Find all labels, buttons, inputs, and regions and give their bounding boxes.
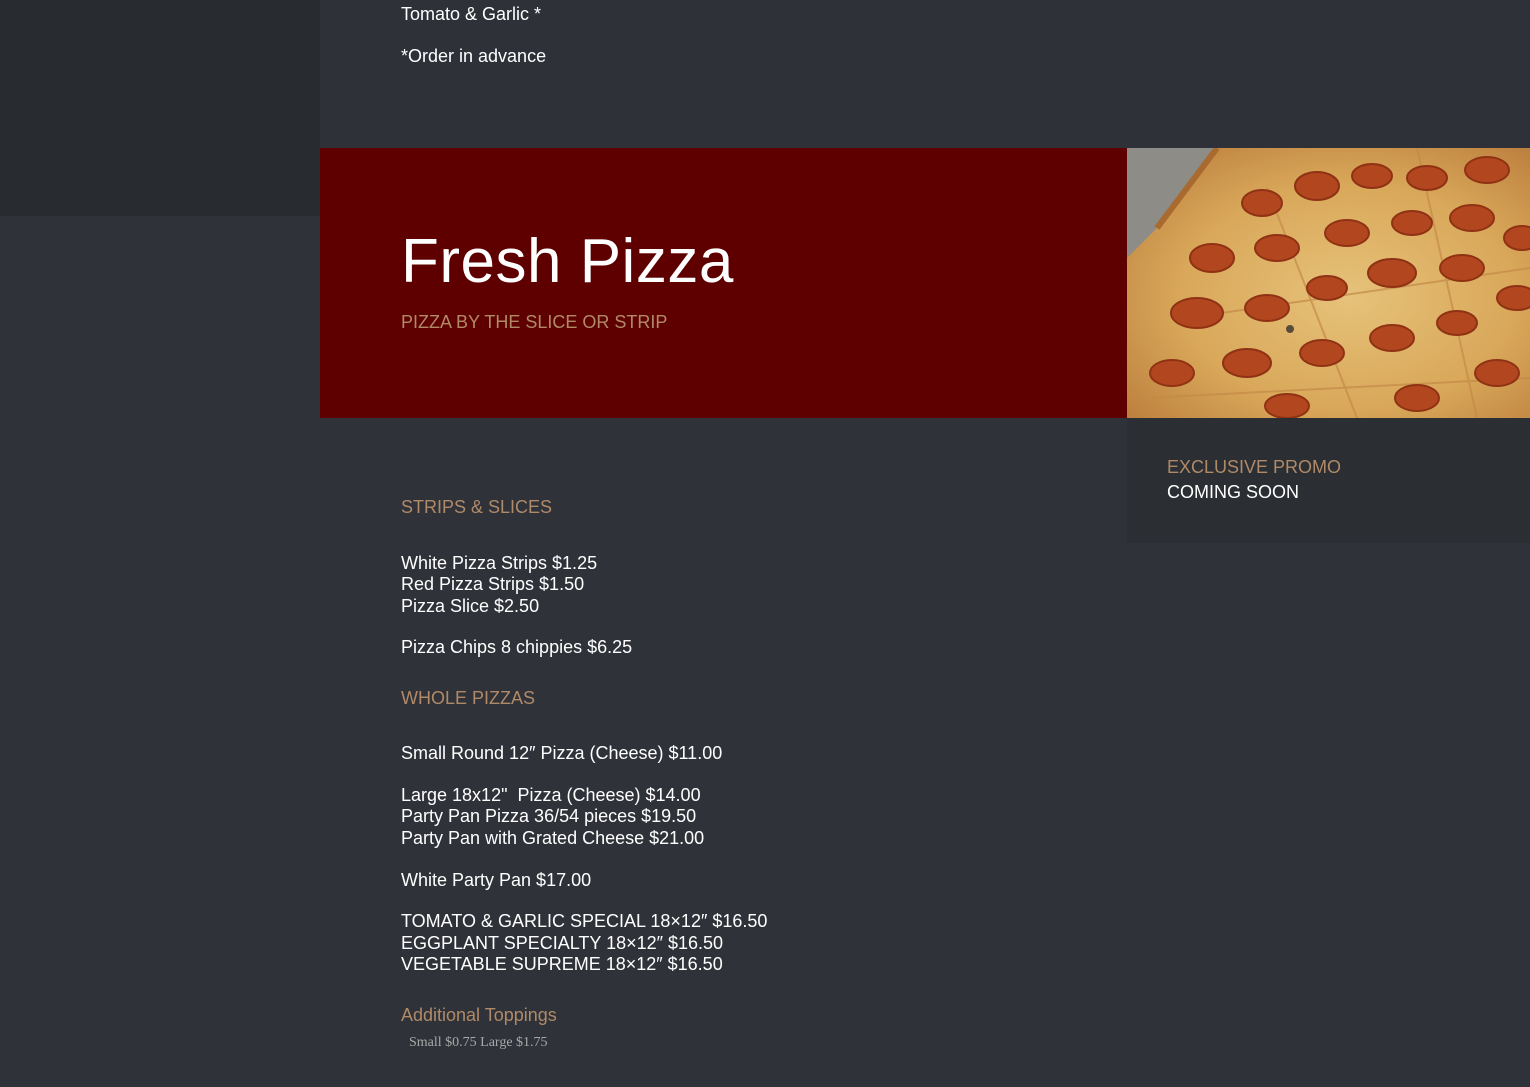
top-line-tomato-garlic: Tomato & Garlic *: [401, 4, 542, 24]
menu-item: Small Round 12″ Pizza (Cheese) $11.00: [401, 743, 723, 763]
menu-item: Party Pan with Grated Cheese $21.00: [401, 828, 705, 848]
pizza-image: [1127, 148, 1530, 418]
sidebar-panel: [0, 0, 320, 216]
strips-slices-heading: STRIPS & SLICES: [401, 497, 553, 517]
promo-kicker: EXCLUSIVE PROMO: [1167, 457, 1342, 477]
menu-item: Large 18x12" Pizza (Cheese) $14.00: [401, 785, 701, 805]
top-line-order-note: *Order in advance: [401, 46, 547, 66]
menu-item: White Party Pan $17.00: [401, 870, 592, 890]
menu-item: Pizza Chips 8 chippies $6.25: [401, 637, 633, 657]
promo-panel: EXCLUSIVE PROMO COMING SOON: [1127, 418, 1530, 543]
whole-pizzas-heading: WHOLE PIZZAS: [401, 688, 536, 708]
menu-item: VEGETABLE SUPREME 18×12″ $16.50: [401, 954, 723, 974]
menu-item: TOMATO & GARLIC SPECIAL 18×12″ $16.50: [401, 911, 768, 931]
page-title: Fresh Pizza: [401, 227, 734, 296]
toppings-prices: Small $0.75 Large $1.75: [409, 1035, 548, 1050]
menu-item: Pizza Slice $2.50: [401, 596, 540, 616]
menu-item: White Pizza Strips $1.25: [401, 553, 598, 573]
page-subtitle: PIZZA BY THE SLICE OR STRIP: [401, 312, 668, 332]
menu-item: Party Pan Pizza 36/54 pieces $19.50: [401, 806, 697, 826]
toppings-heading: Additional Toppings: [401, 1005, 557, 1025]
promo-text: COMING SOON: [1167, 482, 1300, 502]
menu-item: EGGPLANT SPECIALTY 18×12″ $16.50: [401, 933, 724, 953]
menu-item: Red Pizza Strips $1.50: [401, 574, 585, 594]
hero-banner: Fresh Pizza PIZZA BY THE SLICE OR STRIP: [320, 148, 1127, 418]
